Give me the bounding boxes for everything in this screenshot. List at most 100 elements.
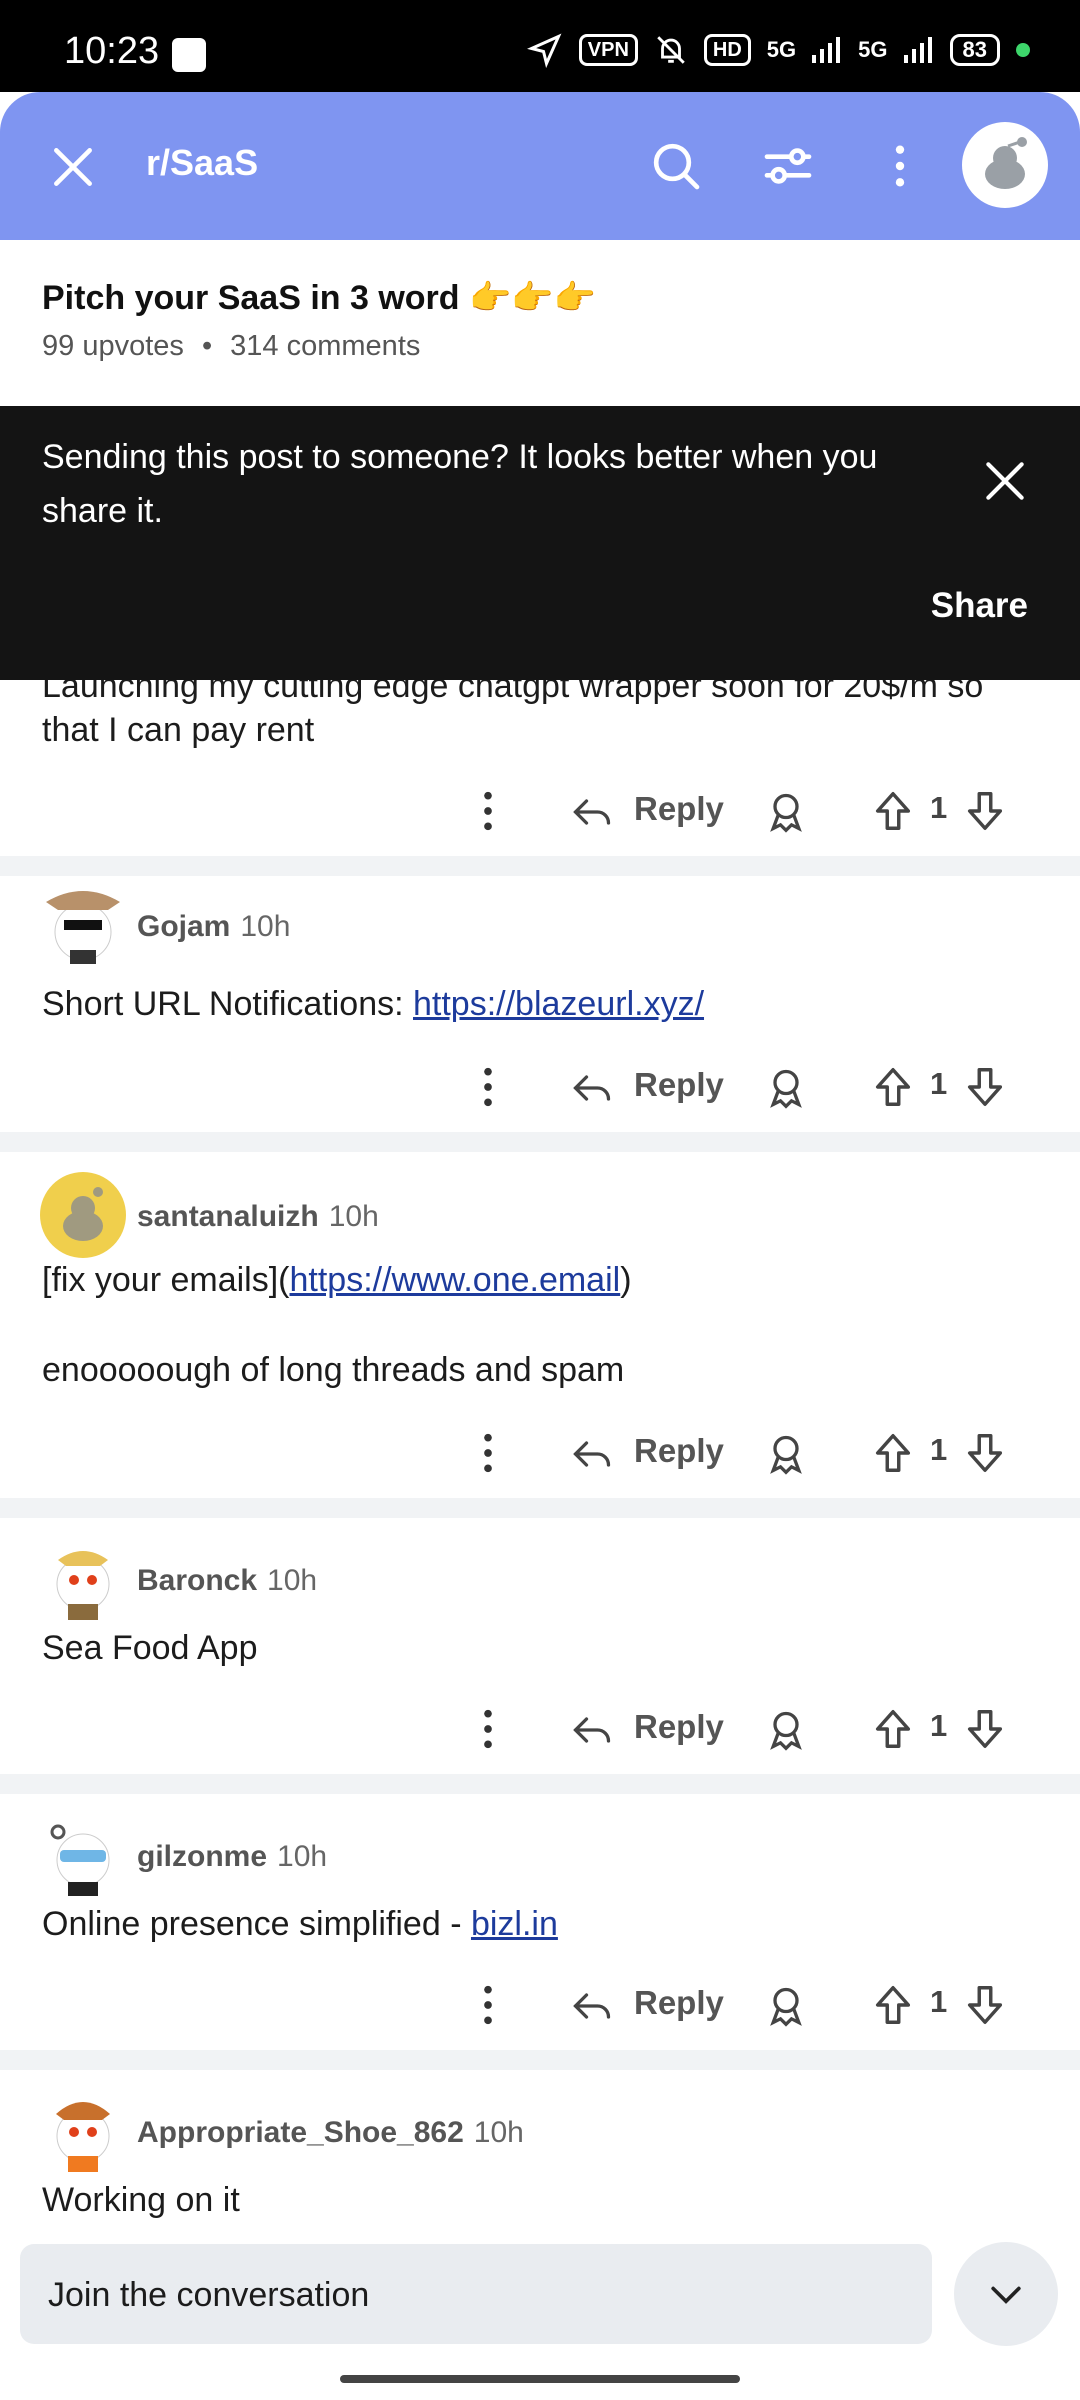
comment-time: 10h: [328, 1200, 379, 1233]
overflow-menu-icon[interactable]: [470, 1430, 506, 1476]
reply-icon[interactable]: [570, 1708, 614, 1752]
comment-author[interactable]: gilzonme 10h: [137, 1840, 327, 1874]
app-bar: r/SaaS: [0, 92, 1080, 240]
vote-count: 1: [930, 1432, 948, 1467]
upvote-icon[interactable]: [870, 1064, 916, 1110]
close-icon[interactable]: [48, 142, 98, 192]
sort-filter-icon[interactable]: [760, 138, 816, 194]
overflow-menu-icon[interactable]: [470, 1982, 506, 2028]
comment-divider: [0, 2050, 1080, 2070]
status-bar: 10:23 VPN HD 5G 5G 83: [0, 0, 1080, 92]
comment-time: 10h: [473, 2116, 524, 2149]
comment-actions: Reply 1: [0, 1418, 1080, 1488]
reply-button[interactable]: Reply: [634, 1708, 724, 1746]
post-header[interactable]: Pitch your SaaS in 3 word 👉👉👉 99 upvotes…: [42, 278, 1042, 363]
hd-badge: HD: [703, 34, 751, 66]
share-button[interactable]: Share: [931, 586, 1028, 626]
overflow-menu-icon[interactable]: [470, 1706, 506, 1752]
vote-count: 1: [930, 1066, 948, 1101]
award-icon[interactable]: [764, 1432, 808, 1476]
status-icons: VPN HD 5G 5G 83: [526, 30, 1030, 70]
downvote-icon[interactable]: [962, 788, 1008, 834]
comment-body: Sea Food App: [42, 1629, 258, 1667]
reply-icon[interactable]: [570, 1984, 614, 2028]
vote-count: 1: [930, 790, 948, 825]
award-icon[interactable]: [764, 1066, 808, 1110]
location-icon: [526, 33, 562, 68]
avatar[interactable]: [38, 1170, 128, 1260]
downvote-icon[interactable]: [962, 1064, 1008, 1110]
reply-icon[interactable]: [570, 1432, 614, 1476]
comment-body: Online presence simplified - bizl.in: [42, 1905, 558, 1943]
search-icon[interactable]: [648, 138, 704, 194]
avatar[interactable]: [38, 880, 128, 970]
battery-indicator: 83: [949, 34, 1000, 66]
comment-link[interactable]: bizl.in: [471, 1905, 558, 1943]
reply-icon[interactable]: [570, 1066, 614, 1110]
signal-icon: [812, 37, 841, 63]
join-conversation-input[interactable]: Join the conversation: [20, 2244, 932, 2344]
award-icon[interactable]: [764, 1984, 808, 2028]
comment-time: 10h: [267, 1564, 318, 1597]
comment-divider: [0, 1774, 1080, 1794]
downvote-icon[interactable]: [962, 1982, 1008, 2028]
comment-time: 10h: [240, 910, 291, 943]
comment-body-line2: enooooough of long threads and spam: [42, 1351, 625, 1389]
reply-button[interactable]: Reply: [634, 1066, 724, 1104]
avatar[interactable]: [38, 1810, 128, 1900]
downvote-icon[interactable]: [962, 1706, 1008, 1752]
toast-close-icon[interactable]: [980, 456, 1030, 506]
reply-button[interactable]: Reply: [634, 790, 724, 828]
user-avatar[interactable]: [962, 122, 1048, 208]
mute-bell-icon: [657, 36, 685, 64]
award-icon[interactable]: [764, 1708, 808, 1752]
comment-count: 314 comments: [230, 330, 421, 362]
subreddit-name[interactable]: r/SaaS: [146, 142, 258, 184]
comment-author[interactable]: Gojam 10h: [137, 910, 290, 944]
comment-link[interactable]: https://blazeurl.xyz/: [413, 985, 704, 1023]
comment-divider: [0, 856, 1080, 876]
vote-count: 1: [930, 1984, 948, 2019]
notification-app-icon: [172, 38, 206, 72]
vpn-badge: VPN: [578, 34, 638, 66]
award-icon[interactable]: [764, 790, 808, 834]
avatar[interactable]: [38, 2086, 128, 2176]
comment-actions: Reply 1: [0, 1694, 1080, 1764]
comment-divider: [0, 1498, 1080, 1518]
post-meta: 99 upvotes • 314 comments: [42, 330, 1042, 363]
vote-count: 1: [930, 1708, 948, 1743]
overflow-menu-icon[interactable]: [470, 788, 506, 834]
comment-body: Short URL Notifications: https://blazeur…: [42, 985, 705, 1023]
toast-message: Sending this post to someone? It looks b…: [42, 438, 878, 530]
status-time: 10:23: [64, 30, 160, 72]
join-conversation-placeholder: Join the conversation: [48, 2276, 370, 2314]
reply-button[interactable]: Reply: [634, 1984, 724, 2022]
post-title: Pitch your SaaS in 3 word 👉👉👉: [42, 279, 596, 317]
upvote-icon[interactable]: [870, 788, 916, 834]
comment-time: 10h: [277, 1840, 328, 1873]
comment-author[interactable]: Baronck 10h: [137, 1564, 317, 1598]
reply-button[interactable]: Reply: [634, 1432, 724, 1470]
privacy-dot: [1016, 43, 1030, 57]
next-comment-button[interactable]: [954, 2242, 1058, 2346]
upvote-icon[interactable]: [870, 1706, 916, 1752]
downvote-icon[interactable]: [962, 1430, 1008, 1476]
comment-body: Working on it: [42, 2181, 240, 2219]
chevron-down-icon: [991, 2286, 1021, 2304]
comment-body: [fix your emails](https://www.one.email): [42, 1261, 632, 1299]
network-5g-1: 5G: [766, 37, 797, 62]
comment-author[interactable]: santanaluizh 10h: [137, 1200, 379, 1234]
meta-separator: •: [201, 330, 213, 362]
avatar[interactable]: [38, 1534, 128, 1624]
comment-actions: Reply 1: [0, 1052, 1080, 1122]
reply-icon[interactable]: [570, 790, 614, 834]
comment-author[interactable]: Appropriate_Shoe_862 10h: [137, 2116, 524, 2150]
gesture-handle[interactable]: [340, 2375, 740, 2383]
more-options-icon[interactable]: [872, 138, 928, 194]
share-toast: Sending this post to someone? It looks b…: [0, 406, 1080, 680]
comment-link[interactable]: https://www.one.email: [290, 1261, 621, 1299]
upvote-icon[interactable]: [870, 1982, 916, 2028]
upvote-icon[interactable]: [870, 1430, 916, 1476]
comment-actions: Reply 1: [0, 776, 1080, 846]
overflow-menu-icon[interactable]: [470, 1064, 506, 1110]
